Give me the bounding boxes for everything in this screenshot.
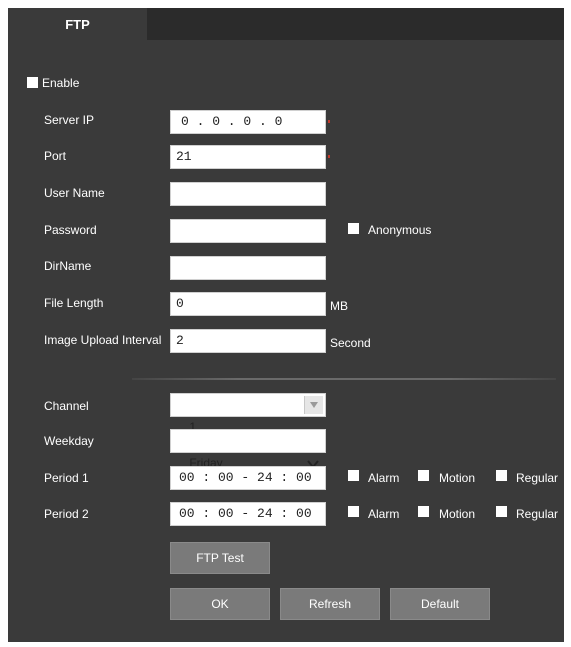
file-length-input[interactable]: 0 <box>170 292 326 316</box>
dropdown-arrow-icon[interactable] <box>304 396 323 414</box>
enable-label: Enable <box>42 76 80 90</box>
tab-bar: FTP <box>8 8 564 40</box>
period-1-regular-label: Regular <box>516 471 559 485</box>
default-button[interactable]: Default <box>390 588 490 620</box>
period-1-motion-checkbox[interactable] <box>418 470 429 481</box>
period-1-alarm-checkbox[interactable] <box>348 470 359 481</box>
port-label: Port <box>44 149 67 163</box>
server-ip-input[interactable]: 0 . 0 . 0 . 0 <box>170 110 326 134</box>
period-2-regular-label: Regular <box>516 507 559 521</box>
enable-checkbox[interactable] <box>27 77 38 88</box>
period-1-motion-label: Motion <box>439 471 476 485</box>
refresh-button[interactable]: Refresh <box>280 588 380 620</box>
period-1-regular-checkbox[interactable] <box>496 470 507 481</box>
period-2-alarm-checkbox[interactable] <box>348 506 359 517</box>
image-upload-interval-label: Image Upload Interval <box>44 333 162 347</box>
ftp-settings-panel: FTP Enable Server IP 0 . 0 . 0 . 0 Port … <box>8 8 564 642</box>
ok-button[interactable]: OK <box>170 588 270 620</box>
required-mark <box>328 155 330 158</box>
period-1-label: Period 1 <box>44 471 89 485</box>
file-length-unit: MB <box>330 299 348 313</box>
anonymous-checkbox[interactable] <box>348 223 359 234</box>
required-mark <box>328 120 330 123</box>
period-1-alarm-label: Alarm <box>368 471 400 485</box>
period-2-label: Period 2 <box>44 507 89 521</box>
period-2-regular-checkbox[interactable] <box>496 506 507 517</box>
image-upload-interval-unit: Second <box>330 336 371 350</box>
user-name-input[interactable] <box>170 182 326 206</box>
password-label: Password <box>44 223 97 237</box>
file-length-label: File Length <box>44 296 104 310</box>
period-2-motion-label: Motion <box>439 507 476 521</box>
period-2-alarm-label: Alarm <box>368 507 400 521</box>
anonymous-label: Anonymous <box>368 223 432 237</box>
password-input[interactable] <box>170 219 326 243</box>
weekday-select[interactable]: Friday <box>170 429 326 470</box>
port-input[interactable]: 21 <box>170 145 326 169</box>
tab-ftp[interactable]: FTP <box>8 8 147 40</box>
channel-label: Channel <box>44 399 89 413</box>
server-ip-label: Server IP <box>44 113 95 127</box>
period-1-time-range[interactable]: 00 : 00 - 24 : 00 <box>170 466 326 490</box>
channel-select[interactable]: 1 <box>170 393 326 434</box>
dirname-label: DirName <box>44 259 92 273</box>
dirname-input[interactable] <box>170 256 326 280</box>
image-upload-interval-input[interactable]: 2 <box>170 329 326 353</box>
ftp-test-button[interactable]: FTP Test <box>170 542 270 574</box>
section-divider <box>132 378 556 380</box>
period-2-motion-checkbox[interactable] <box>418 506 429 517</box>
weekday-label: Weekday <box>44 434 94 448</box>
user-name-label: User Name <box>44 186 105 200</box>
period-2-time-range[interactable]: 00 : 00 - 24 : 00 <box>170 502 326 526</box>
